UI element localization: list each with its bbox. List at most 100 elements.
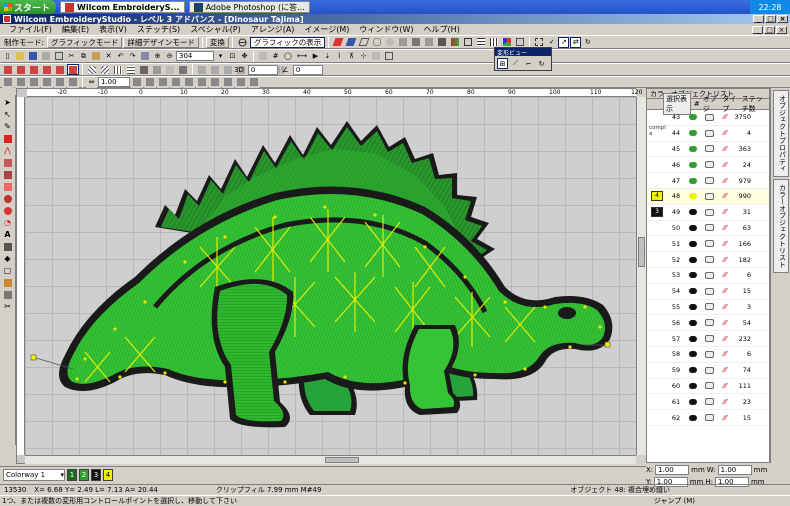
property-icon[interactable] — [41, 76, 53, 88]
property-icon[interactable] — [144, 76, 156, 88]
taskbar-item-wilcom[interactable]: Wilcom EmbroideryS... — [60, 1, 185, 13]
object-row[interactable]: 56 ⁄⁄⁄ 54 — [647, 315, 769, 332]
diamond-icon[interactable]: ◆ — [2, 253, 14, 264]
needle-icon[interactable]: ⇣ — [321, 50, 333, 62]
object-row[interactable]: 62 ⁄⁄⁄ 15 — [647, 410, 769, 426]
stitch-type-icon[interactable] — [67, 64, 79, 75]
color-swatch-1[interactable]: 1 — [67, 468, 77, 481]
rotate-icon[interactable]: ↻ — [582, 36, 594, 48]
property-icon[interactable] — [209, 76, 221, 88]
graphic-mode-button[interactable]: グラフィックモード — [47, 36, 123, 48]
taskbar-item-photoshop[interactable]: Adobe Photoshop (に答... — [188, 1, 310, 13]
menu-arrange[interactable]: アレンジ(A) — [246, 24, 300, 35]
pen-icon[interactable]: ✎ — [2, 121, 14, 132]
measure-icon[interactable]: ⟷ — [294, 50, 309, 62]
zoom-field[interactable]: 304 — [176, 51, 214, 61]
detail-design-mode-button[interactable]: 詳細デザインモード — [123, 36, 199, 48]
undo-icon[interactable]: ↶ — [115, 50, 126, 62]
trim-icon[interactable]: ⊼ — [345, 50, 357, 62]
transform-button[interactable]: 変換 — [205, 36, 229, 48]
transform-select-icon[interactable]: ⊞ — [497, 58, 508, 69]
property-icon[interactable] — [15, 76, 27, 88]
fill-type-icon[interactable] — [164, 64, 176, 75]
satin-icon[interactable] — [2, 157, 14, 168]
dinosaur-embroidery-design[interactable] — [25, 97, 636, 455]
body[interactable] — [67, 193, 605, 384]
stitch-field[interactable]: 0 — [292, 64, 323, 75]
object-row[interactable]: 50 ⁄⁄⁄ 63 — [647, 221, 769, 237]
fill-tool-icon[interactable] — [345, 36, 358, 48]
pan-icon[interactable]: ✥ — [239, 50, 250, 62]
effect-icon[interactable] — [196, 64, 208, 75]
menu-special[interactable]: スペシャル(P) — [185, 24, 246, 35]
hoop-icon[interactable]: ◯ — [282, 50, 294, 62]
color-swatch-4[interactable]: 4 — [103, 468, 113, 481]
shape-tool-icon[interactable] — [384, 36, 397, 48]
menu-window[interactable]: ウィンドウ(W) — [354, 24, 418, 35]
run-tool-icon[interactable] — [358, 36, 371, 48]
property-icon[interactable] — [131, 76, 143, 88]
object-row[interactable]: 59 ⁄⁄⁄ 74 — [647, 363, 769, 379]
object-row[interactable]: 47 ⁄⁄⁄ 979 — [647, 173, 769, 189]
menu-file[interactable]: ファイル(F) — [4, 24, 57, 35]
open-icon[interactable] — [14, 50, 26, 62]
globe-icon[interactable] — [235, 36, 249, 48]
fill-type-icon[interactable] — [86, 64, 98, 75]
redo-icon[interactable]: ↷ — [127, 50, 138, 62]
property-icon[interactable] — [183, 76, 195, 88]
fill-type-icon[interactable] — [99, 64, 111, 75]
menu-help[interactable]: ヘルプ(H) — [419, 24, 465, 35]
colorway-select[interactable]: Colorway 1 ▾ — [3, 468, 65, 481]
horizontal-scroll-thumb[interactable] — [325, 457, 359, 463]
frame-icon[interactable]: ▢ — [2, 265, 14, 276]
fill-type-icon[interactable] — [138, 64, 150, 75]
tie-icon[interactable]: ⌇ — [333, 50, 345, 62]
stitch-angle-icon[interactable]: ∠ — [279, 64, 291, 75]
object-row[interactable]: 3 49 ⁄⁄⁄ 31 — [647, 205, 769, 221]
transform-reshape-icon[interactable]: ⌐ — [523, 58, 534, 69]
angle-icon[interactable]: 3D — [232, 64, 246, 75]
zigzag-icon[interactable]: ⋀ — [2, 145, 14, 156]
object-row[interactable]: 55 ⁄⁄⁄ 3 — [647, 300, 769, 316]
object-row[interactable]: 51 ⁄⁄⁄ 166 — [647, 236, 769, 253]
property-icon[interactable] — [170, 76, 182, 88]
circle-icon[interactable] — [2, 205, 14, 216]
menu-image[interactable]: イメージ(M) — [299, 24, 354, 35]
print-icon[interactable] — [40, 50, 52, 62]
close-button[interactable]: × — [777, 15, 788, 23]
branch-tool-icon[interactable] — [397, 36, 410, 48]
stitch-type-icon[interactable] — [15, 64, 27, 75]
rgb-icon[interactable] — [501, 36, 514, 48]
zoom-dropdown-icon[interactable]: ▾ — [215, 50, 226, 62]
mdi-restore-button[interactable]: □ — [764, 25, 775, 34]
stitch-player-icon[interactable]: ▶ — [309, 50, 321, 62]
applique-tool-icon[interactable] — [410, 36, 423, 48]
complex-fill-icon[interactable] — [2, 181, 14, 192]
object-row[interactable]: 58 ⁄⁄⁄ 6 — [647, 347, 769, 363]
stitch-type-icon[interactable] — [41, 64, 53, 75]
angle-field[interactable]: 0 — [247, 64, 278, 75]
spacing-field[interactable]: 1.00 — [98, 77, 130, 87]
property-icon[interactable] — [28, 76, 40, 88]
pointer-icon[interactable]: ➤ — [2, 97, 14, 108]
grid-icon[interactable] — [488, 36, 501, 48]
sequence-icon[interactable] — [462, 36, 475, 48]
menu-stitch[interactable]: ステッチ(S) — [132, 24, 185, 35]
save-icon[interactable] — [27, 50, 39, 62]
appliqué-icon[interactable] — [2, 277, 14, 288]
object-row[interactable]: 54 ⁄⁄⁄ 15 — [647, 284, 769, 300]
object-row[interactable]: 61 ⁄⁄⁄ 23 — [647, 394, 769, 411]
transform-rotate-icon[interactable]: ↻ — [536, 58, 547, 69]
mdi-close-button[interactable]: × — [776, 25, 787, 34]
object-row[interactable]: 45 ⁄⁄⁄ 363 — [647, 142, 769, 158]
fill-type-icon[interactable] — [177, 64, 189, 75]
object-icon[interactable] — [139, 50, 151, 62]
new-icon[interactable]: ▯ — [2, 50, 13, 62]
select-icon[interactable] — [533, 36, 546, 48]
fill-type-icon[interactable] — [151, 64, 163, 75]
arc-icon[interactable]: ◔ — [2, 217, 14, 228]
lock-icon[interactable] — [369, 50, 382, 62]
spacing-icon[interactable]: ⇔ — [86, 76, 97, 88]
column-icon[interactable] — [2, 169, 14, 180]
mdi-minimize-button[interactable]: _ — [752, 25, 763, 34]
